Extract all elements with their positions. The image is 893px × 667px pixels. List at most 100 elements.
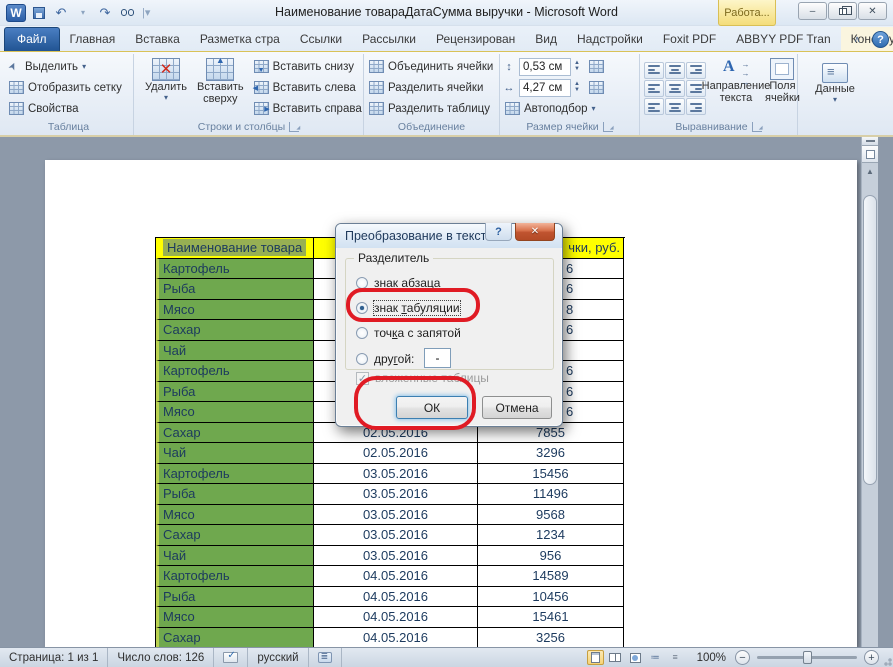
cell-product[interactable]: Мясо [156, 607, 314, 628]
cell-date[interactable]: 02.05.2016 [314, 443, 478, 464]
table-row[interactable]: Мясо 03.05.2016 9568 [156, 505, 625, 526]
cell-sum[interactable]: 3296 [478, 443, 624, 464]
dialog-launcher-icon[interactable] [752, 122, 762, 132]
other-separator-input[interactable] [424, 348, 451, 368]
radio-circle[interactable] [356, 327, 368, 339]
row-height-stepper[interactable]: ▲▼ [574, 61, 580, 72]
resize-grip[interactable] [880, 654, 892, 666]
vertical-scrollbar[interactable]: ▲ [861, 137, 878, 647]
insert-right-button[interactable]: ▶ Вставить справа [251, 98, 365, 119]
table-row[interactable]: Сахар 04.05.2016 3256 [156, 628, 625, 648]
web-layout-view-button[interactable] [627, 650, 644, 665]
word-logo-icon[interactable]: W [6, 4, 26, 22]
cell-sum[interactable]: 15456 [478, 464, 624, 485]
cell-sum[interactable]: 3256 [478, 628, 624, 648]
text-direction-button[interactable]: А→→→ Направление текста [710, 55, 762, 120]
tab-file[interactable]: Файл [4, 27, 60, 51]
radio-other[interactable]: другой: [356, 350, 414, 368]
tab-references[interactable]: Ссылки [290, 27, 352, 51]
cell-date[interactable]: 04.05.2016 [314, 607, 478, 628]
cell-product[interactable]: Сахар [156, 320, 314, 341]
tab-abbyy-pdf[interactable]: ABBYY PDF Tran [726, 27, 840, 51]
restore-button[interactable] [828, 2, 857, 20]
undo-dropdown[interactable]: ▾ [74, 4, 92, 22]
tab-mailings[interactable]: Рассылки [352, 27, 426, 51]
cell-product[interactable]: Рыба [156, 587, 314, 608]
language-indicator[interactable]: русский [248, 648, 308, 667]
tab-foxit-pdf[interactable]: Foxit PDF [653, 27, 726, 51]
scroll-up-arrow[interactable]: ▲ [862, 163, 878, 179]
dialog-launcher-icon[interactable] [289, 122, 299, 132]
radio-circle[interactable] [356, 353, 368, 365]
distribute-columns-icon[interactable] [589, 81, 604, 94]
align-center-left-button[interactable] [644, 80, 664, 97]
cell-date[interactable]: 03.05.2016 [314, 525, 478, 546]
cell-sum[interactable]: 1234 [478, 525, 624, 546]
row-height-input[interactable] [519, 58, 571, 76]
cancel-button[interactable]: Отмена [482, 396, 552, 419]
column-width-stepper[interactable]: ▲▼ [574, 82, 580, 93]
tab-addins[interactable]: Надстройки [567, 27, 653, 51]
dialog-launcher-icon[interactable] [603, 122, 613, 132]
select-button[interactable]: Выделить ▾ [6, 56, 131, 77]
distribute-rows-icon[interactable] [589, 60, 604, 73]
cell-product[interactable]: Сахар [156, 525, 314, 546]
split-cells-button[interactable]: Разделить ячейки [366, 77, 497, 98]
save-button[interactable] [30, 4, 48, 22]
split-window-handle[interactable] [862, 137, 878, 146]
outline-view-button[interactable]: ≔ [647, 650, 664, 665]
language-bar-button[interactable] [309, 648, 342, 667]
zoom-in-button[interactable]: + [864, 650, 879, 665]
view-gridlines-button[interactable]: Отобразить сетку [6, 77, 131, 98]
zoom-slider-thumb[interactable] [803, 651, 812, 664]
tab-review[interactable]: Рецензирован [426, 27, 525, 51]
zoom-slider[interactable] [757, 656, 857, 659]
align-bottom-center-button[interactable] [665, 98, 685, 115]
help-button[interactable]: ? [872, 31, 889, 48]
table-row[interactable]: Рыба 04.05.2016 10456 [156, 587, 625, 608]
cell-margins-button[interactable]: Поля ячейки [762, 55, 803, 120]
align-top-center-button[interactable] [665, 62, 685, 79]
redo-button[interactable]: ↷ [96, 4, 114, 22]
page-indicator[interactable]: Страница: 1 из 1 [0, 648, 108, 667]
table-row[interactable]: Картофель 03.05.2016 15456 [156, 464, 625, 485]
table-row[interactable]: Чай 03.05.2016 956 [156, 546, 625, 567]
cell-sum[interactable]: 14589 [478, 566, 624, 587]
cell-sum[interactable]: 9568 [478, 505, 624, 526]
table-row[interactable]: Мясо 04.05.2016 15461 [156, 607, 625, 628]
cell-date[interactable]: 03.05.2016 [314, 546, 478, 567]
insert-above-button[interactable]: ▲ Вставить сверху [194, 55, 247, 120]
cell-product[interactable]: Сахар [156, 423, 314, 444]
column-width-input[interactable] [519, 79, 571, 97]
tab-page-layout[interactable]: Разметка стра [190, 27, 290, 51]
radio-semicolon[interactable]: точка с запятой [356, 324, 461, 342]
table-row[interactable]: Рыба 03.05.2016 11496 [156, 484, 625, 505]
cell-product[interactable]: Картофель [156, 566, 314, 587]
cell-sum[interactable]: 956 [478, 546, 624, 567]
insert-left-button[interactable]: ◀ Вставить слева [251, 77, 365, 98]
cell-sum[interactable]: 10456 [478, 587, 624, 608]
cell-product[interactable]: Мясо [156, 505, 314, 526]
word-count-indicator[interactable]: Число слов: 126 [108, 648, 214, 667]
cell-product[interactable]: Картофель [156, 464, 314, 485]
cell-date[interactable]: 03.05.2016 [314, 505, 478, 526]
scrollbar-thumb[interactable] [863, 195, 877, 485]
ruler-toggle-button[interactable] [862, 146, 878, 163]
fullscreen-reading-view-button[interactable] [607, 650, 624, 665]
cell-date[interactable]: 04.05.2016 [314, 628, 478, 648]
dialog-help-button[interactable]: ? [485, 223, 512, 241]
close-button[interactable]: ✕ [858, 2, 887, 20]
cell-product[interactable]: Чай [156, 341, 314, 362]
insert-below-button[interactable]: ▼ Вставить снизу [251, 56, 365, 77]
merge-cells-button[interactable]: Объединить ячейки [366, 56, 497, 77]
cell-date[interactable]: 03.05.2016 [314, 464, 478, 485]
delete-button[interactable]: ✕ Удалить ▾ [142, 55, 190, 120]
table-properties-button[interactable]: Свойства [6, 98, 131, 119]
cell-sum[interactable]: 15461 [478, 607, 624, 628]
draft-view-button[interactable]: ≡ [667, 650, 684, 665]
collapse-ribbon-button[interactable]: ∧ [848, 32, 866, 48]
print-layout-view-button[interactable] [587, 650, 604, 665]
spellcheck-status[interactable] [214, 648, 248, 667]
cell-product[interactable]: Картофель [156, 259, 314, 280]
data-button[interactable]: Данные ▾ [806, 55, 864, 120]
